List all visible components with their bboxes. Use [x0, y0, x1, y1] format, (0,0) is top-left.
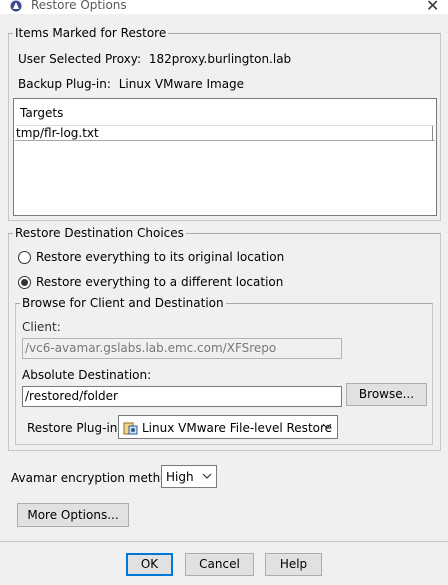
close-icon[interactable]: ✕: [426, 0, 439, 15]
abs-dest-field[interactable]: /restored/folder: [22, 386, 342, 407]
client-field[interactable]: /vc6-avamar.gslabs.lab.emc.com/XFSrepo: [22, 338, 342, 359]
cancel-button[interactable]: Cancel: [185, 553, 254, 576]
help-button[interactable]: Help: [265, 553, 322, 576]
restore-plugin-value: Linux VMware File-level Restore: [142, 421, 333, 435]
radio-selected-dot: [21, 279, 28, 286]
chevron-down-icon: [322, 421, 332, 434]
more-options-button[interactable]: More Options...: [17, 503, 129, 527]
restore-plugin-label: Restore Plug-in: [27, 421, 118, 435]
window-title: Restore Options: [31, 0, 127, 12]
radio-different-location[interactable]: [18, 276, 31, 289]
backup-plugin-row: Backup Plug-in: Linux VMware Image: [18, 77, 244, 91]
browse-legend: Browse for Client and Destination: [20, 296, 226, 310]
plugin-icon: [123, 420, 139, 436]
client-label: Client:: [22, 320, 61, 334]
targets-header-label: Targets: [20, 106, 64, 120]
items-marked-legend: Items Marked for Restore: [13, 26, 169, 40]
target-path: tmp/flr-log.txt: [16, 126, 99, 140]
radio-original-label[interactable]: Restore everything to its original locat…: [36, 250, 284, 264]
backup-plugin-label: Backup Plug-in:: [18, 77, 111, 91]
radio-original-location[interactable]: [18, 251, 31, 264]
encryption-select[interactable]: High: [161, 465, 217, 488]
list-item[interactable]: tmp/flr-log.txt: [15, 126, 435, 141]
encryption-label: Avamar encryption method: [11, 471, 176, 485]
chevron-down-icon: [202, 471, 212, 484]
restore-plugin-select[interactable]: Linux VMware File-level Restore: [118, 415, 338, 439]
radio-different-label[interactable]: Restore everything to a different locati…: [36, 275, 283, 289]
encryption-value: High: [166, 470, 194, 484]
abs-dest-label: Absolute Destination:: [22, 368, 152, 382]
footer-divider: [0, 541, 448, 542]
destination-legend: Restore Destination Choices: [13, 226, 186, 240]
app-icon: [9, 0, 23, 12]
ok-button[interactable]: OK: [126, 553, 173, 576]
proxy-value: 182proxy.burlington.lab: [148, 52, 292, 66]
browse-button[interactable]: Browse...: [346, 383, 427, 406]
targets-list[interactable]: Targets tmp/flr-log.txt: [13, 98, 437, 216]
proxy-row: User Selected Proxy: 182proxy.burlington…: [18, 52, 291, 66]
targets-header: Targets: [15, 100, 435, 126]
backup-plugin-value: Linux VMware Image: [118, 77, 245, 91]
proxy-label: User Selected Proxy:: [18, 52, 142, 66]
list-scroll-edge: [432, 126, 433, 141]
